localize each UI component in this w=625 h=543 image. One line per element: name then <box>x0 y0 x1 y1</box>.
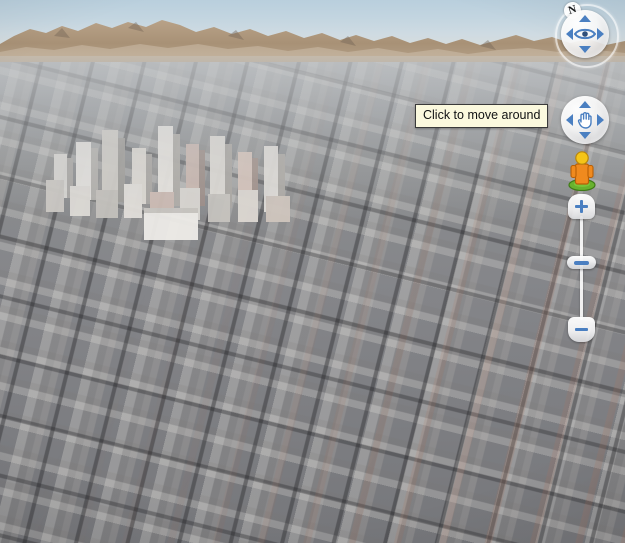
pan-right-arrow-icon[interactable] <box>597 114 604 126</box>
google-earth-window: Click to move around N <box>0 0 625 543</box>
pan-control[interactable] <box>555 96 617 148</box>
thumb-grip-icon <box>574 260 589 265</box>
zoom-slider-thumb[interactable] <box>567 256 596 270</box>
zoom-out-button[interactable] <box>568 317 595 342</box>
downtown-building-cluster <box>46 126 290 240</box>
pan-joystick[interactable] <box>561 96 609 144</box>
move-around-tooltip: Click to move around <box>415 104 549 128</box>
look-right-arrow-icon[interactable] <box>597 28 604 40</box>
minus-icon <box>575 323 588 336</box>
pan-down-arrow-icon[interactable] <box>579 132 591 139</box>
plus-icon <box>575 200 588 213</box>
look-up-arrow-icon[interactable] <box>579 15 591 22</box>
look-left-arrow-icon[interactable] <box>566 28 573 40</box>
pegman-control[interactable] <box>555 150 617 192</box>
pegman-icon[interactable] <box>560 150 604 192</box>
pan-up-arrow-icon[interactable] <box>579 101 591 108</box>
compass-control[interactable]: N <box>555 0 619 90</box>
look-around-joystick[interactable] <box>561 10 609 58</box>
navigation-controls: N <box>555 0 619 342</box>
zoom-in-button[interactable] <box>568 194 595 219</box>
earth-3d-viewport[interactable] <box>0 0 625 543</box>
pan-left-arrow-icon[interactable] <box>566 114 573 126</box>
zoom-slider-control[interactable] <box>555 194 617 342</box>
hand-icon[interactable] <box>574 109 596 131</box>
look-down-arrow-icon[interactable] <box>579 46 591 53</box>
eye-icon[interactable] <box>574 23 596 45</box>
